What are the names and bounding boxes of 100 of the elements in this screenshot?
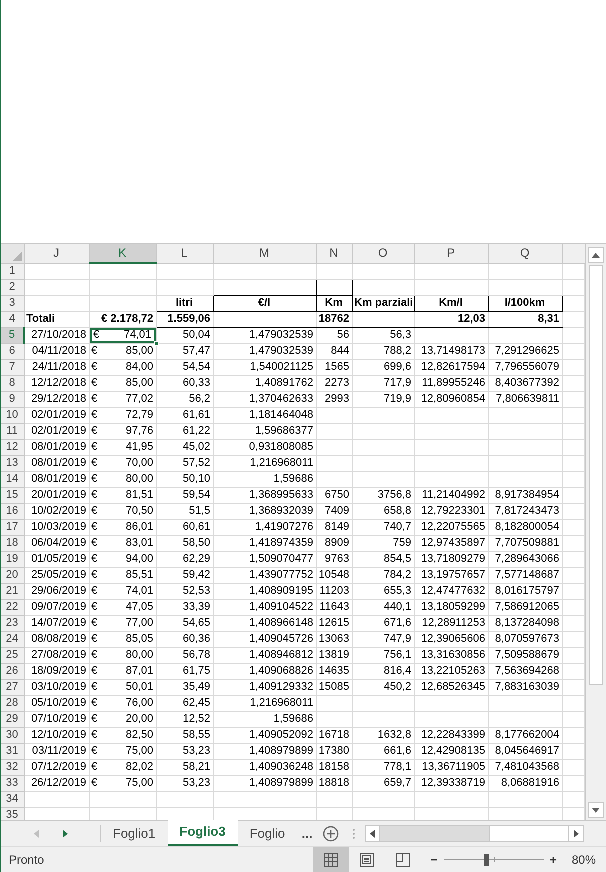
row-header[interactable]: 19: [1, 551, 24, 567]
row-header[interactable]: 22: [1, 599, 24, 615]
row-header[interactable]: 28: [1, 695, 24, 711]
table-cell: 12,22075565: [421, 521, 486, 533]
row-header[interactable]: 14: [1, 471, 24, 487]
scrollbar-thumb[interactable]: [589, 265, 603, 685]
row-header[interactable]: 8: [1, 375, 24, 391]
table-cell: 1,479032539: [249, 329, 314, 341]
column-header[interactable]: L: [156, 244, 213, 263]
vertical-scrollbar[interactable]: [585, 244, 606, 820]
row-header[interactable]: 33: [1, 775, 24, 791]
row-header[interactable]: 29: [1, 711, 24, 727]
scroll-up-arrow-icon[interactable]: [592, 252, 600, 258]
table-cell: 14/07/2019: [31, 617, 86, 629]
row-header[interactable]: 6: [1, 343, 24, 359]
page-layout-icon: [360, 852, 374, 866]
table-cell: 1,181464048: [249, 409, 314, 421]
sheet-tab[interactable]: Foglio1: [101, 821, 168, 846]
column-header[interactable]: O: [352, 244, 414, 263]
row-header[interactable]: 31: [1, 743, 24, 759]
table-cell: 61,61: [182, 409, 210, 421]
row-header[interactable]: 25: [1, 647, 24, 663]
zoom-out-button[interactable]: −: [429, 850, 440, 868]
row-header[interactable]: 20: [1, 567, 24, 583]
sheet-tab[interactable]: Foglio: [238, 821, 300, 846]
table-cell: 52,53: [182, 585, 210, 597]
table-cell: 03/11/2019: [32, 745, 86, 757]
table-cell: 0,931808085: [249, 441, 314, 453]
table-cell: 12,39338719: [421, 777, 486, 789]
row-header[interactable]: 1: [1, 263, 24, 279]
table-cell: 58,55: [182, 729, 210, 741]
row-header[interactable]: 10: [1, 407, 24, 423]
next-sheet-arrow-icon[interactable]: [62, 830, 68, 838]
view-button[interactable]: [313, 846, 349, 872]
table-cell: 35,49: [182, 681, 210, 693]
row-header[interactable]: 3: [1, 295, 24, 311]
table-cell: 1,409036248: [249, 761, 314, 773]
row-header[interactable]: 9: [1, 391, 24, 407]
table-cell: 62,29: [182, 553, 210, 565]
table-cell: 717,9: [384, 377, 412, 389]
row-header[interactable]: 30: [1, 727, 24, 743]
row-header[interactable]: 16: [1, 503, 24, 519]
table-cell: 10/03/2019: [31, 521, 86, 533]
row-header[interactable]: 32: [1, 759, 24, 775]
table-cell: € 72,79: [92, 408, 154, 422]
table-cell: 11203: [320, 585, 350, 597]
table-cell: 7,796556079: [495, 361, 560, 373]
table-cell: € 76,00: [92, 696, 154, 710]
zoom-slider-thumb[interactable]: [484, 854, 490, 866]
scrollbar-thumb[interactable]: [489, 826, 569, 841]
row-header[interactable]: 5: [1, 327, 24, 343]
table-cell: 15085: [318, 681, 350, 693]
table-cell: litri: [176, 297, 194, 309]
table-cell: € 41,95: [92, 440, 154, 454]
row-header[interactable]: 13: [1, 455, 24, 471]
column-header[interactable]: N: [316, 244, 352, 263]
row-header[interactable]: 21: [1, 583, 24, 599]
zoom-slider[interactable]: [444, 854, 544, 866]
row-header[interactable]: 12: [1, 439, 24, 455]
sheet-tab[interactable]: Foglio3: [168, 820, 238, 846]
scroll-right-arrow-icon[interactable]: [574, 830, 578, 838]
scroll-left-arrow-icon[interactable]: [370, 830, 375, 838]
more-sheets-button[interactable]: ...: [300, 821, 315, 846]
table-cell: € 47,05: [92, 600, 154, 614]
table-cell: 10548: [318, 569, 350, 581]
column-header[interactable]: P: [414, 244, 488, 263]
zoom-percentage[interactable]: 80%: [572, 850, 606, 868]
zoom-in-button[interactable]: +: [548, 850, 560, 868]
row-header[interactable]: 4: [1, 311, 24, 327]
column-header[interactable]: K: [89, 244, 156, 263]
table-cell: € 85,05: [92, 632, 154, 646]
row-header[interactable]: 27: [1, 679, 24, 695]
row-header[interactable]: 26: [1, 663, 24, 679]
row-header[interactable]: 35: [1, 807, 24, 820]
table-cell: € 50,01: [92, 680, 154, 694]
table-cell: 27/08/2019: [31, 649, 86, 661]
row-header[interactable]: 18: [1, 535, 24, 551]
table-cell: 756,1: [384, 649, 412, 661]
row-header[interactable]: 23: [1, 615, 24, 631]
table-cell: € 94,00: [92, 552, 154, 566]
column-header[interactable]: J: [24, 244, 89, 263]
table-cell: 7,817243473: [495, 505, 560, 517]
row-header[interactable]: 7: [1, 359, 24, 375]
table-cell: € 2.178,72: [102, 313, 154, 325]
table-cell: 699,6: [384, 361, 412, 373]
column-header[interactable]: Q: [488, 244, 562, 263]
row-header[interactable]: 17: [1, 519, 24, 535]
horizontal-scrollbar[interactable]: [364, 825, 584, 842]
splitter-dots-icon[interactable]: [352, 828, 355, 838]
column-header[interactable]: M: [213, 244, 316, 263]
fill-handle[interactable]: [154, 340, 158, 346]
table-cell: 659,7: [384, 777, 412, 789]
row-header[interactable]: 15: [1, 487, 24, 503]
scroll-down-arrow-icon[interactable]: [592, 808, 600, 812]
row-header[interactable]: 11: [1, 423, 24, 439]
row-header[interactable]: 24: [1, 631, 24, 647]
row-header[interactable]: 2: [1, 279, 24, 295]
table-cell: 17380: [318, 745, 350, 757]
row-header[interactable]: 34: [1, 791, 24, 807]
table-cell: 12,52: [182, 713, 210, 725]
